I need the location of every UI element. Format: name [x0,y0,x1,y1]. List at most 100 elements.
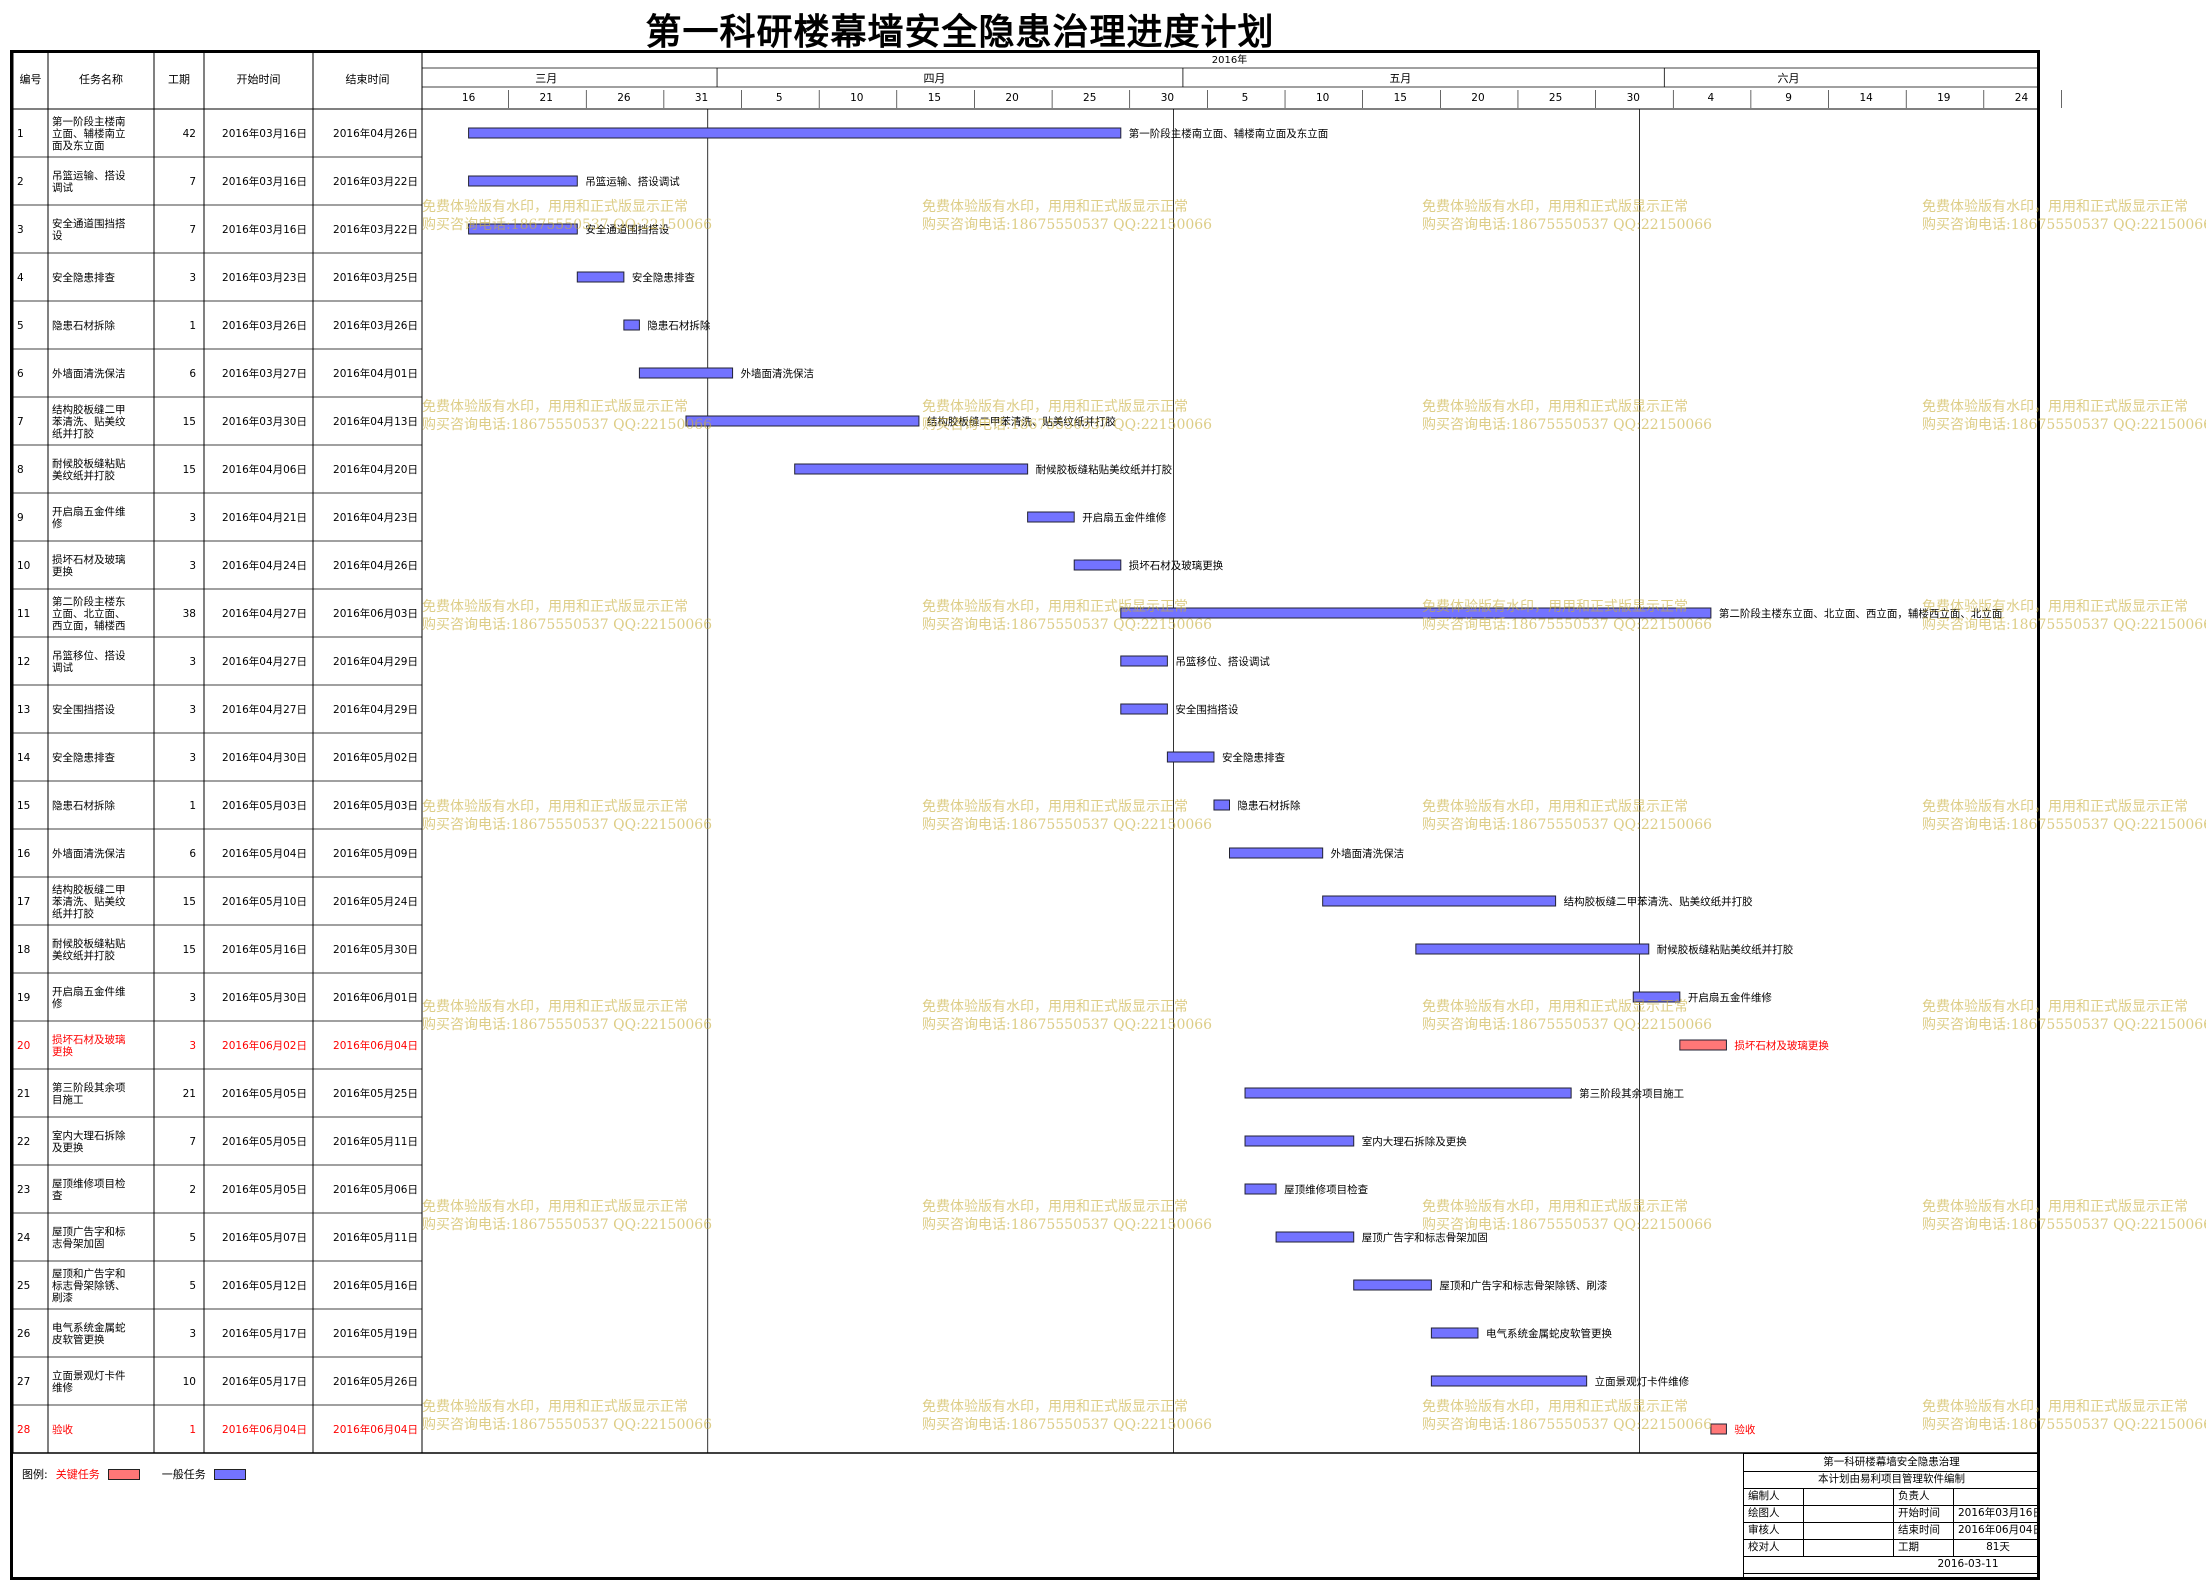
task-duration: 3 [189,656,196,668]
task-name-line: 调试 [52,182,73,194]
task-no: 11 [17,608,30,620]
task-bar [576,271,625,283]
task-name-line: 皮软管更换 [52,1333,105,1346]
task-start: 2016年05月30日 [222,991,307,1004]
task-start: 2016年05月07日 [222,1231,307,1244]
task-name: 立面景观灯卡件维修 [52,1369,126,1394]
task-name: 吊篮移位、搭设调试 [52,649,126,674]
task-name-line: 修 [52,517,63,530]
task-name-line: 结构胶板缝二甲 [52,883,126,896]
tick-label: 9 [1785,92,1792,104]
task-start: 2016年04月27日 [222,607,307,620]
task-name-line: 标志骨架除锈、 [52,1279,126,1292]
task-start: 2016年05月17日 [222,1375,307,1388]
task-name-line: 及更换 [52,1141,84,1154]
task-name-line: 刷漆 [52,1291,73,1304]
info-drawer-label: 绘图人 [1744,1505,1804,1522]
task-name-line: 安全通道围挡搭 [52,217,126,230]
task-no: 1 [17,128,24,140]
task-name-line: 屋顶广告字和标 [52,1225,126,1238]
task-name: 吊篮运输、搭设调试 [52,169,126,194]
gantt-chart: 编号 任务名称 工期 开始时间 结束时间2016年三月 四月 五月 六月16 21 26 31 5 10… [12,53,2062,1454]
task-duration: 1 [189,800,196,812]
task-name-line: 耐候胶板缝粘贴 [52,457,126,470]
task-bar-label: 第三阶段其余项目施工 [1579,1087,1684,1100]
task-bar [685,415,920,427]
task-bar-label: 室内大理石拆除及更换 [1362,1135,1467,1148]
task-bar [1632,991,1681,1003]
tick-label: 20 [1471,92,1484,104]
info-date: 2016-03-11 [1894,1556,2039,1573]
task-bar-label: 安全围挡搭设 [1175,703,1238,716]
task-name: 外墙面清洗保洁 [52,367,126,380]
task-bar [468,127,1122,139]
task-duration: 2 [189,1184,196,1196]
task-duration: 3 [189,512,196,524]
task-bar-label: 安全隐患排查 [632,271,695,284]
task-name: 结构胶板缝二甲苯清洗、贴美纹纸并打胶 [52,883,126,920]
tick-label: 16 [462,92,476,104]
legend-normal-label: 一般任务 [161,1468,206,1481]
task-duration: 6 [189,368,196,380]
info-editor-value [1804,1488,1894,1505]
task-name: 外墙面清洗保洁 [52,847,126,860]
task-bar-label: 吊篮运输、搭设调试 [585,175,680,188]
task-name: 屋顶维修项目检查 [52,1177,126,1202]
task-duration: 15 [183,896,196,908]
task-no: 12 [17,656,30,668]
task-bar-label: 屋顶和广告字和标志骨架除锈、刷漆 [1439,1279,1607,1292]
task-name-line: 更换 [52,1045,73,1058]
task-name-line: 维修 [52,1381,73,1394]
task-duration: 1 [189,320,196,332]
task-name-line: 西立面，辅楼西 [52,619,126,632]
task-bar-label: 验收 [1734,1423,1756,1436]
task-duration: 1 [189,1424,196,1436]
task-bar-label: 安全通道围挡搭设 [585,223,669,236]
tick-label: 10 [1316,92,1329,104]
tick-label: 30 [1627,92,1640,104]
task-bar-label: 结构胶板缝二甲苯清洗、贴美纹纸并打胶 [1564,895,1753,908]
task-name: 第三阶段其余项目施工 [52,1081,126,1106]
info-dur-value: 81天 [1954,1539,2039,1556]
info-owner-label: 负责人 [1894,1488,1954,1505]
task-name-line: 立面景观灯卡件 [52,1369,126,1382]
task-name-line: 隐患石材拆除 [52,799,115,812]
task-name-line: 开启扇五金件维 [52,985,126,998]
task-start: 2016年04月21日 [222,511,307,524]
info-reviewer-value [1804,1522,1894,1539]
task-bar [1353,1279,1432,1291]
task-end: 2016年04月01日 [333,367,418,380]
task-name-line: 查 [52,1189,63,1202]
task-no: 18 [17,944,30,956]
task-duration: 3 [189,1328,196,1340]
task-bar-label: 电气系统金属蛇皮软管更换 [1486,1327,1612,1340]
task-end: 2016年05月24日 [333,895,418,908]
task-name-line: 面及东立面 [52,139,105,152]
legend-critical-swatch [107,1468,140,1480]
task-bar-label: 开启扇五金件维修 [1082,511,1166,524]
task-bar-label: 屋顶广告字和标志骨架加固 [1362,1231,1488,1244]
task-end: 2016年03月26日 [333,319,418,332]
task-name-line: 立面、辅楼南立 [52,127,126,140]
task-bar [1275,1231,1355,1243]
task-end: 2016年04月26日 [333,559,418,572]
task-name-line: 外墙面清洗保洁 [52,367,126,380]
task-name-line: 美纹纸并打胶 [52,469,115,482]
task-end: 2016年05月11日 [333,1231,418,1244]
task-start: 2016年03月27日 [222,367,307,380]
task-name-line: 吊篮运输、搭设 [52,169,126,182]
task-start: 2016年03月16日 [222,223,307,236]
task-end: 2016年06月01日 [333,991,418,1004]
task-name: 隐患石材拆除 [52,799,115,812]
tick-label: 4 [1708,92,1715,104]
task-duration: 3 [189,992,196,1004]
task-bar-label: 开启扇五金件维修 [1688,991,1772,1004]
task-name-line: 屋顶和广告字和 [52,1267,126,1280]
task-start: 2016年05月17日 [222,1327,307,1340]
task-name-line: 外墙面清洗保洁 [52,847,126,860]
tick-label: 30 [1161,92,1174,104]
task-start: 2016年06月04日 [222,1423,307,1436]
task-name: 第一阶段主楼南立面、辅楼南立面及东立面 [52,115,126,152]
task-name: 安全围挡搭设 [52,703,115,716]
task-name-line: 调试 [52,662,73,674]
